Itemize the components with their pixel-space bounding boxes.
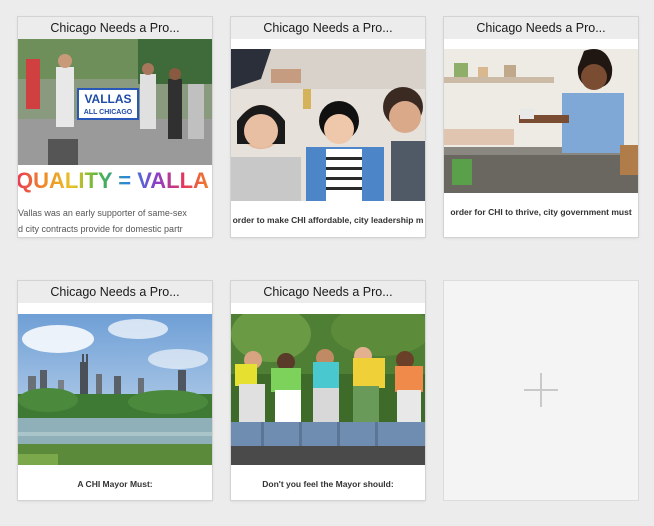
tab-title: Chicago Needs a Pro... (231, 281, 425, 303)
tab-thumbnail-1[interactable]: Chicago Needs a Pro... VALLAS ALL CHICAG… (18, 17, 212, 237)
tab-title: Chicago Needs a Pro... (231, 17, 425, 39)
sign-text-bottom: ALL CHICAGO (84, 109, 133, 116)
banner-text: QUALITY = VALLA (18, 165, 212, 197)
parade-photo: VALLAS ALL CHICAGO (18, 39, 212, 165)
tab-preview: order for CHI to thrive, city government… (444, 39, 638, 237)
tab-thumbnail-5[interactable]: Chicago Needs a Pro... Don't you feel th… (231, 281, 425, 500)
kids-reading-photo (231, 314, 425, 465)
tab-thumbnail-3[interactable]: Chicago Needs a Pro... order for CHI to … (444, 17, 638, 237)
excerpt-line: d city contracts provide for domestic pa… (18, 224, 183, 234)
tab-preview: Don't you feel the Mayor should: (231, 303, 425, 500)
skyline-photo (18, 314, 212, 465)
coffee-shop-photo (444, 49, 638, 193)
tab-title: Chicago Needs a Pro... (18, 281, 212, 303)
article-excerpt: Vallas was an early supporter of same-se… (18, 205, 212, 237)
sign-text-top: VALLAS (84, 92, 131, 106)
tab-thumbnail-2[interactable]: Chicago Needs a Pro... order to make CHI… (231, 17, 425, 237)
tab-preview: VALLAS ALL CHICAGO QUALITY = VALLA Valla… (18, 39, 212, 237)
family-keys-photo (231, 49, 425, 201)
tab-caption: order for CHI to thrive, city government… (450, 207, 632, 217)
tab-caption: order to make CHI affordable, city leade… (232, 215, 424, 225)
tab-preview: A CHI Mayor Must: (18, 303, 212, 500)
rainbow-banner: QUALITY = VALLA (18, 165, 212, 197)
tab-title: Chicago Needs a Pro... (18, 17, 212, 39)
tab-thumbnail-4[interactable]: Chicago Needs a Pro... A CHI Mayor Must: (18, 281, 212, 500)
tab-preview: order to make CHI affordable, city leade… (231, 39, 425, 237)
excerpt-line: Vallas was an early supporter of same-se… (18, 208, 187, 218)
tab-caption: Don't you feel the Mayor should: (262, 479, 394, 489)
plus-icon-stroke (540, 373, 542, 407)
tab-title: Chicago Needs a Pro... (444, 17, 638, 39)
tab-caption: A CHI Mayor Must: (77, 479, 153, 489)
new-tab-button[interactable] (444, 281, 638, 500)
